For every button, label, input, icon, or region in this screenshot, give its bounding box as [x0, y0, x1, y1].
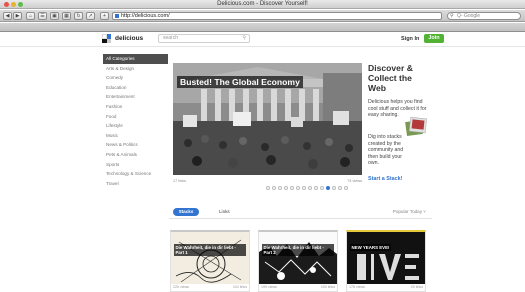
- forward-button[interactable]: ▶: [13, 12, 22, 20]
- category-item[interactable]: Arts & Design: [103, 64, 168, 74]
- bookmarks-icon[interactable]: ☰: [38, 12, 47, 20]
- browser-search-input[interactable]: ⚲ Q- Google: [447, 12, 521, 20]
- browser-search-placeholder: Q- Google: [457, 13, 481, 19]
- slide-dot[interactable]: [266, 186, 270, 190]
- tab-links[interactable]: Links: [219, 209, 230, 215]
- category-item[interactable]: Music: [103, 131, 168, 141]
- stack-card-title[interactable]: Die Wahrheit, die in dir liebt - Part 1: [174, 244, 246, 256]
- window-titlebar: Delicious.com - Discover Yourself!: [0, 0, 525, 9]
- category-item[interactable]: Lifestyle: [103, 121, 168, 131]
- category-item[interactable]: Pets & Animals: [103, 150, 168, 160]
- slide-dot[interactable]: [314, 186, 318, 190]
- category-sidebar: All Categories Arts & Design Comedy Educati…: [103, 54, 168, 188]
- stack-card-links: 20 links: [410, 285, 423, 289]
- stack-card-views: 199 views: [261, 285, 277, 289]
- slide-dot[interactable]: [272, 186, 276, 190]
- share-icon[interactable]: ↗: [86, 12, 95, 20]
- grid-icon[interactable]: ▦: [62, 12, 71, 20]
- slide-dot[interactable]: [278, 186, 282, 190]
- slide-dot[interactable]: [296, 186, 300, 190]
- popular-today-dropdown[interactable]: Popular Today ˅: [393, 209, 426, 215]
- stack-card-image: [171, 232, 249, 284]
- hero-slide[interactable]: Busted! The Global Economy: [173, 63, 362, 175]
- category-item[interactable]: Fashion: [103, 102, 168, 112]
- delicious-logo-icon[interactable]: [102, 34, 111, 43]
- stack-card-links: 100 links: [320, 285, 335, 289]
- discover-body-stacks: Dig into stacks created by the community…: [368, 134, 404, 167]
- hero-caption[interactable]: Busted! The Global Economy: [177, 76, 303, 88]
- slide-dot[interactable]: [338, 186, 342, 190]
- slide-dot[interactable]: [284, 186, 288, 190]
- category-item[interactable]: Travel: [103, 179, 168, 189]
- hero-views-count: 74 views: [347, 179, 362, 183]
- content-tabs: Stacks Links Popular Today ˅: [169, 207, 432, 219]
- stack-card[interactable]: Die Wahrheit, die in dir liebt - Part 1 …: [170, 230, 250, 292]
- address-text: http://delicious.com/: [121, 13, 170, 19]
- slide-dot[interactable]: [290, 186, 294, 190]
- address-bar[interactable]: http://delicious.com/: [112, 12, 442, 20]
- stack-card-title[interactable]: Die Wahrheit, die in dir liebt - Part 2: [262, 244, 334, 256]
- reader-icon[interactable]: ▣: [50, 12, 59, 20]
- stack-card-image: [259, 232, 337, 284]
- category-item[interactable]: All Categories: [103, 54, 168, 64]
- slide-dot[interactable]: [326, 186, 330, 190]
- slide-dot[interactable]: [302, 186, 306, 190]
- stack-card-links: 104 links: [232, 285, 247, 289]
- history-icon[interactable]: ↻: [74, 12, 83, 20]
- discover-title: Discover & Collect the Web: [368, 63, 413, 93]
- site-header: delicious search ⚲ Sign In Join: [0, 32, 525, 47]
- slide-dot[interactable]: [344, 186, 348, 190]
- category-item[interactable]: Entertainment: [103, 92, 168, 102]
- browser-toolbar: ◀ ▶ ⌂ ☰ ▣ ▦ ↻ ↗ + http://delicious.com/ …: [0, 10, 525, 22]
- stack-card-stats: 178 views 20 links: [349, 285, 423, 289]
- category-item[interactable]: Education: [103, 83, 168, 93]
- search-icon: ⚲: [450, 13, 454, 19]
- join-button[interactable]: Join: [424, 34, 444, 43]
- stack-card-stats: 199 views 100 links: [261, 285, 335, 289]
- stack-card-views: 178 views: [349, 285, 365, 289]
- start-stack-link[interactable]: Start a Stack!: [368, 176, 402, 182]
- tab-stacks[interactable]: Stacks: [173, 208, 199, 216]
- stacks-illustration-icon: [405, 116, 427, 137]
- category-item[interactable]: Food: [103, 112, 168, 122]
- slide-dot[interactable]: [320, 186, 324, 190]
- stack-card-views: 226 views: [173, 285, 189, 289]
- site-search-placeholder: search: [163, 35, 179, 41]
- stack-card-stats: 226 views 104 links: [173, 285, 247, 289]
- bookmarks-bar: Ref☰FU Berlin ▾KvvMerkzettel ▾CI FU berl…: [0, 23, 525, 32]
- hero-stats: 17 links 74 views: [173, 179, 362, 186]
- home-icon[interactable]: ⌂: [26, 12, 35, 20]
- stack-card[interactable]: NEW YEARS EVE! 178 views 20 links: [346, 230, 426, 292]
- back-button[interactable]: ◀: [3, 12, 12, 20]
- stack-card-image: [347, 232, 425, 284]
- window-title: Delicious.com - Discover Yourself!: [217, 1, 308, 7]
- site-search-input[interactable]: search ⚲: [158, 34, 250, 43]
- slide-dot[interactable]: [308, 186, 312, 190]
- category-item[interactable]: Sports: [103, 160, 168, 170]
- category-item[interactable]: News & Politics: [103, 140, 168, 150]
- search-icon[interactable]: ⚲: [242, 35, 246, 42]
- discover-panel: Discover & Collect the Web Delicious hel…: [368, 63, 432, 188]
- logo-text[interactable]: delicious: [115, 35, 143, 42]
- category-item[interactable]: Comedy: [103, 73, 168, 83]
- new-tab-button[interactable]: +: [100, 12, 109, 20]
- favicon-icon: [115, 14, 119, 18]
- slide-dot[interactable]: [332, 186, 336, 190]
- category-item[interactable]: Technology & Science: [103, 169, 168, 179]
- stack-card[interactable]: Die Wahrheit, die in dir liebt - Part 2 …: [258, 230, 338, 292]
- hero-links-count: 17 links: [173, 179, 186, 183]
- sign-in-link[interactable]: Sign In: [401, 36, 419, 42]
- stack-card-title[interactable]: NEW YEARS EVE!: [350, 244, 391, 251]
